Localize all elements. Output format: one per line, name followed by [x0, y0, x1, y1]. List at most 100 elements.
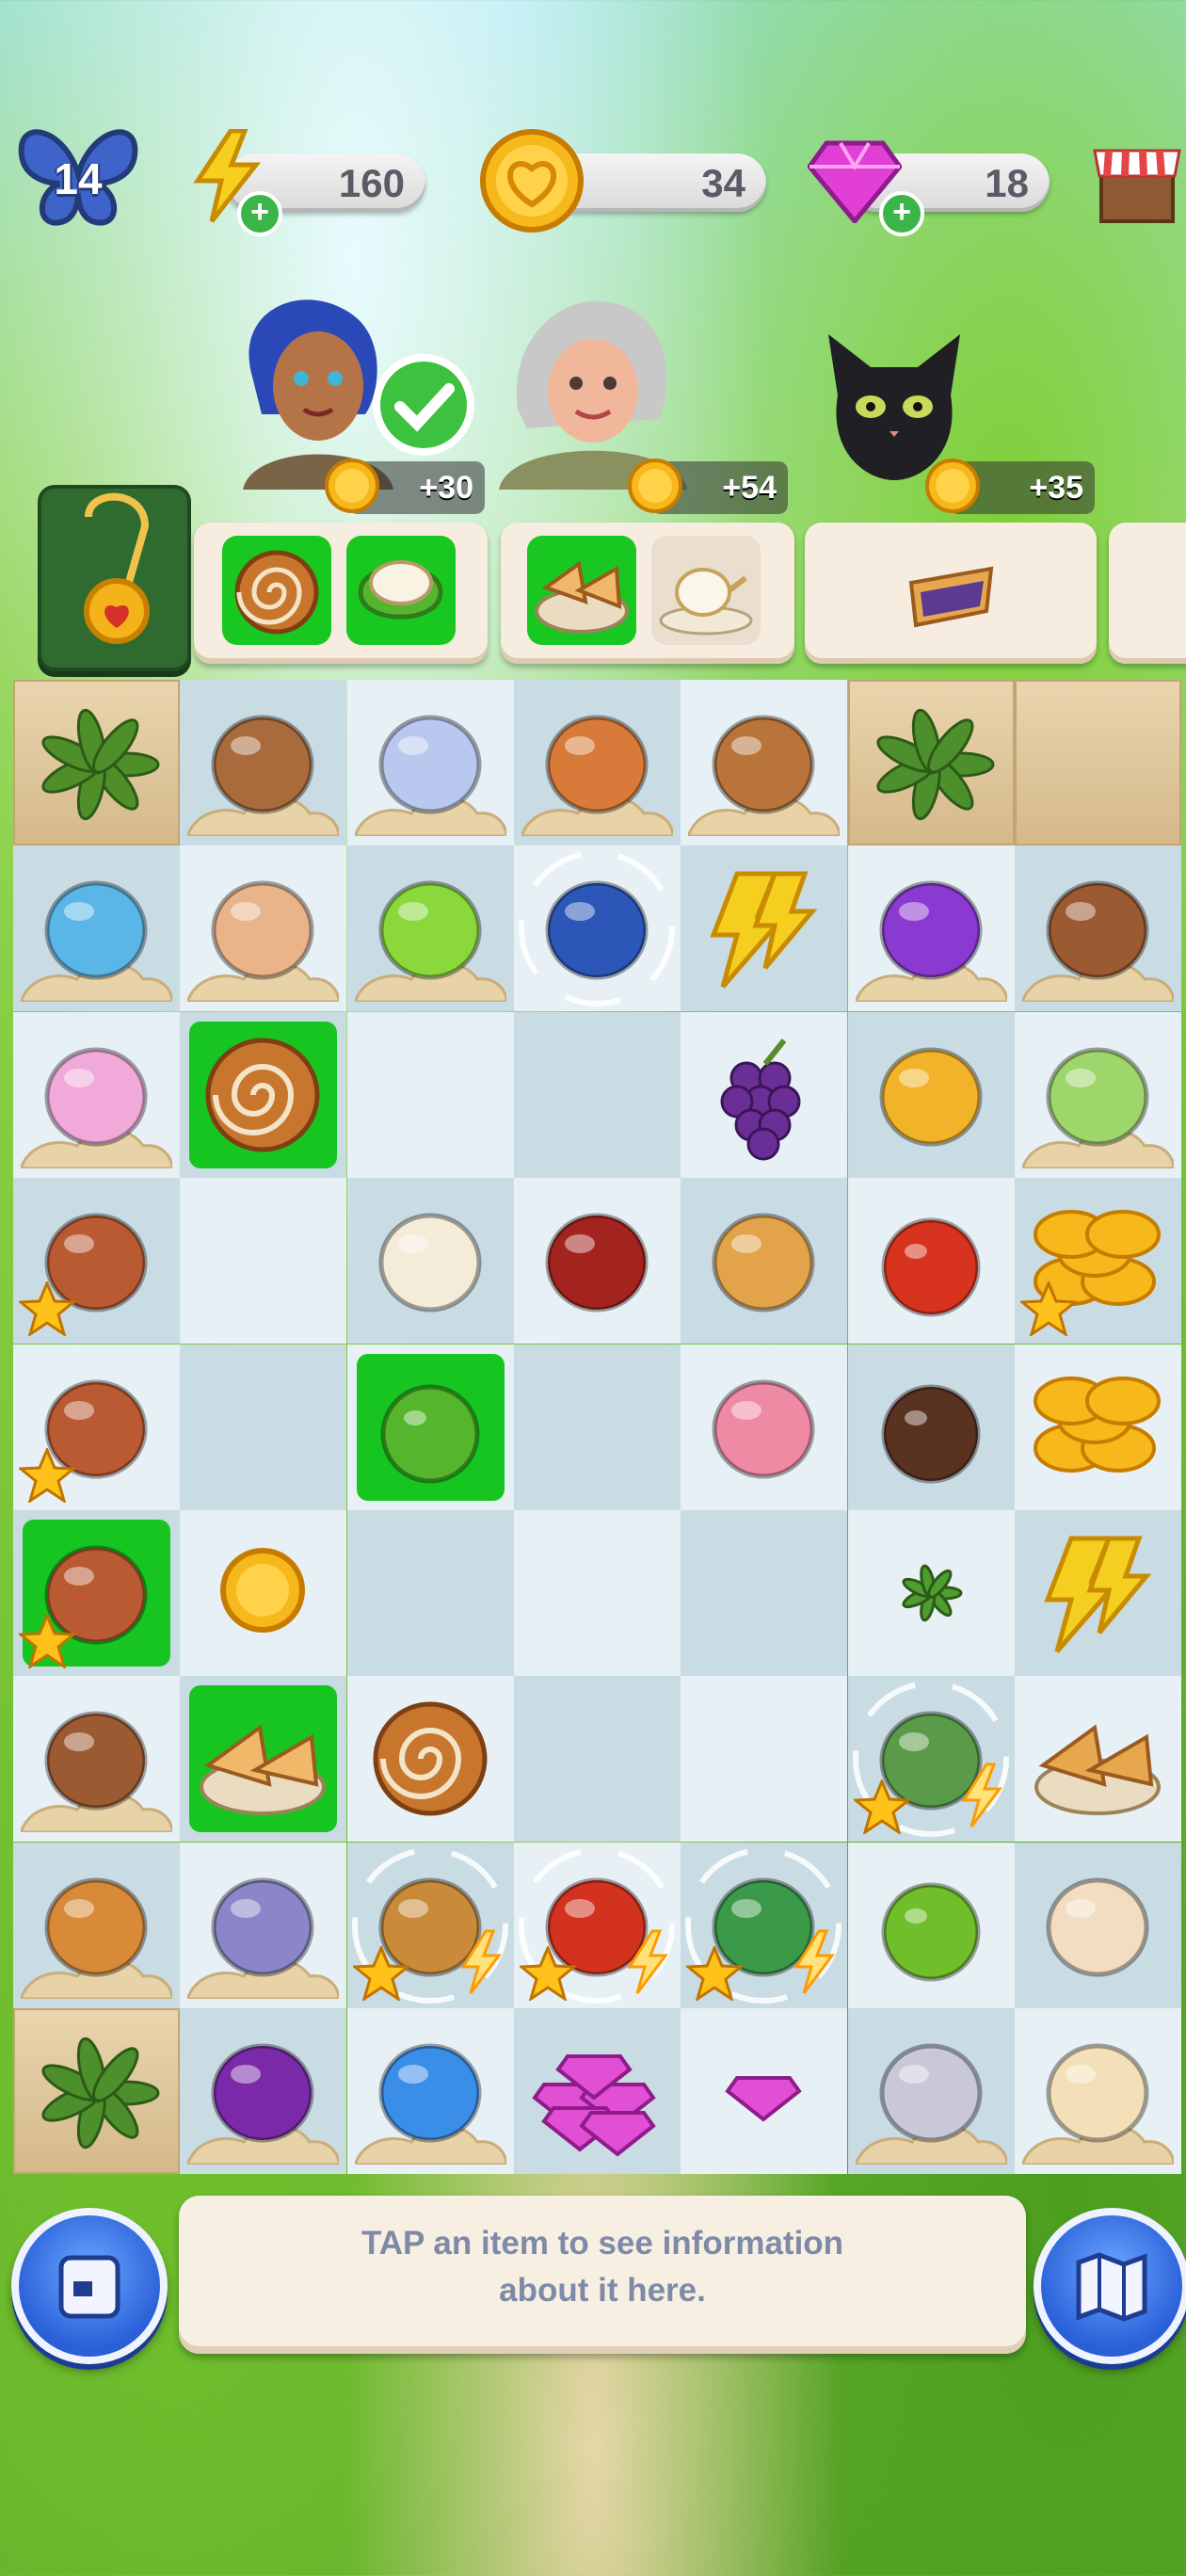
- board-cell[interactable]: [681, 1842, 848, 2008]
- board-cell[interactable]: [13, 845, 180, 1012]
- board-cell[interactable]: [346, 2008, 514, 2175]
- parfait-icon: [1046, 2043, 1149, 2143]
- board-cell[interactable]: [1014, 1842, 1181, 2008]
- board-cell[interactable]: [1014, 2008, 1181, 2175]
- level-badge[interactable]: 14: [8, 118, 149, 240]
- map-button[interactable]: [1034, 2208, 1186, 2364]
- board-cell[interactable]: [180, 2008, 347, 2175]
- info-text-line-1: TAP an item to see information: [361, 2225, 844, 2262]
- crackers-icon: [712, 1213, 815, 1312]
- board-cell[interactable]: [346, 680, 514, 845]
- board-cell[interactable]: [13, 1842, 180, 2008]
- board-cell[interactable]: [513, 1344, 681, 1510]
- energy-bolts-icon: [710, 871, 818, 990]
- check-icon: [373, 354, 474, 456]
- board-cell[interactable]: [346, 1842, 514, 2008]
- board-cell[interactable]: [346, 1178, 514, 1344]
- order-row: [0, 485, 1186, 671]
- order-card-2[interactable]: [501, 523, 794, 664]
- inventory-button[interactable]: [11, 2208, 168, 2364]
- top-bar: 14 160 + 34 18 +: [0, 118, 1186, 236]
- board-cell[interactable]: [1014, 1344, 1181, 1510]
- star-icon: [686, 1945, 744, 2001]
- board-cell[interactable]: [847, 1344, 1015, 1510]
- shop-icon[interactable]: [1090, 137, 1184, 231]
- board-cell[interactable]: [180, 1344, 347, 1510]
- board-cell[interactable]: [1014, 680, 1181, 845]
- sandwich-icon: [535, 560, 629, 634]
- board-cell[interactable]: [847, 680, 1015, 845]
- clay-cup-icon: [211, 715, 314, 814]
- board-cell[interactable]: [13, 680, 180, 845]
- board-cell[interactable]: [13, 1344, 180, 1510]
- board-cell[interactable]: [681, 1178, 848, 1344]
- board-cell[interactable]: [1014, 1510, 1181, 1676]
- board-cell[interactable]: [180, 1510, 347, 1676]
- board-cell[interactable]: [180, 1011, 347, 1178]
- order-item-teapot-set: [651, 536, 761, 645]
- board-cell[interactable]: [1014, 1011, 1181, 1178]
- board-cell[interactable]: [681, 1011, 848, 1178]
- coin-icon: [220, 1548, 306, 1633]
- order-card-1[interactable]: [194, 523, 488, 664]
- board-cell[interactable]: [180, 1842, 347, 2008]
- board-cell[interactable]: [847, 1842, 1015, 2008]
- amulet-order-card[interactable]: [38, 485, 191, 671]
- board-cell[interactable]: [513, 1011, 681, 1178]
- star-icon: [19, 1447, 75, 1503]
- heart-coin-icon: [480, 129, 584, 233]
- energy-boost-icon: [627, 1929, 668, 1994]
- board-cell[interactable]: [513, 1178, 681, 1344]
- heart-amulet-icon: [84, 492, 150, 644]
- board-cell[interactable]: [513, 2008, 681, 2175]
- board-cell[interactable]: [180, 1178, 347, 1344]
- board-cell[interactable]: [847, 1178, 1015, 1344]
- board-cell[interactable]: [13, 1510, 180, 1676]
- teacup-icon: [378, 1213, 482, 1312]
- board-cell[interactable]: [847, 845, 1015, 1012]
- board-cell[interactable]: [847, 2008, 1015, 2175]
- board-cell[interactable]: [13, 1011, 180, 1178]
- board-cell[interactable]: [681, 1676, 848, 1843]
- coconut-icon: [358, 560, 443, 620]
- board-cell[interactable]: [346, 845, 514, 1012]
- board-cell[interactable]: [1014, 845, 1181, 1012]
- board-cell[interactable]: [346, 1344, 514, 1510]
- board-cell[interactable]: [180, 845, 347, 1012]
- board-cell[interactable]: [513, 1510, 681, 1676]
- board-cell[interactable]: [681, 680, 848, 845]
- board-cell[interactable]: [513, 845, 681, 1012]
- order-card-3[interactable]: [805, 523, 1097, 664]
- merge-board: [13, 680, 1181, 2175]
- cocktail-icon: [378, 880, 482, 980]
- pineapple-icon: [879, 1047, 982, 1147]
- board-cell[interactable]: [681, 1344, 848, 1510]
- board-cell[interactable]: [681, 2008, 848, 2175]
- add-gem-button[interactable]: +: [879, 191, 924, 236]
- board-cell[interactable]: [681, 845, 848, 1012]
- board-cell[interactable]: [513, 680, 681, 845]
- board-cell[interactable]: [180, 680, 347, 845]
- apple-icon: [881, 1217, 980, 1317]
- order-card-4[interactable]: [1109, 523, 1186, 664]
- board-cell[interactable]: [681, 1510, 848, 1676]
- board-cell[interactable]: [346, 1676, 514, 1843]
- star-icon: [519, 1945, 576, 2001]
- board-cell[interactable]: [346, 1011, 514, 1178]
- board-cell[interactable]: [513, 1842, 681, 2008]
- board-cell[interactable]: [847, 1510, 1015, 1676]
- board-cell[interactable]: [13, 1178, 180, 1344]
- board-cell[interactable]: [847, 1011, 1015, 1178]
- board-cell[interactable]: [13, 2008, 180, 2175]
- earrings-purple-icon: [879, 880, 982, 980]
- board-cell[interactable]: [346, 1510, 514, 1676]
- board-cell[interactable]: [1014, 1178, 1181, 1344]
- board-cell[interactable]: [1014, 1676, 1181, 1843]
- board-cell[interactable]: [180, 1676, 347, 1843]
- board-cell[interactable]: [13, 1676, 180, 1843]
- board-cell[interactable]: [847, 1676, 1015, 1843]
- board-cell[interactable]: [513, 1676, 681, 1843]
- level-number: 14: [54, 154, 103, 203]
- coin-stack-icon: [1033, 1376, 1161, 1473]
- add-energy-button[interactable]: +: [237, 191, 282, 236]
